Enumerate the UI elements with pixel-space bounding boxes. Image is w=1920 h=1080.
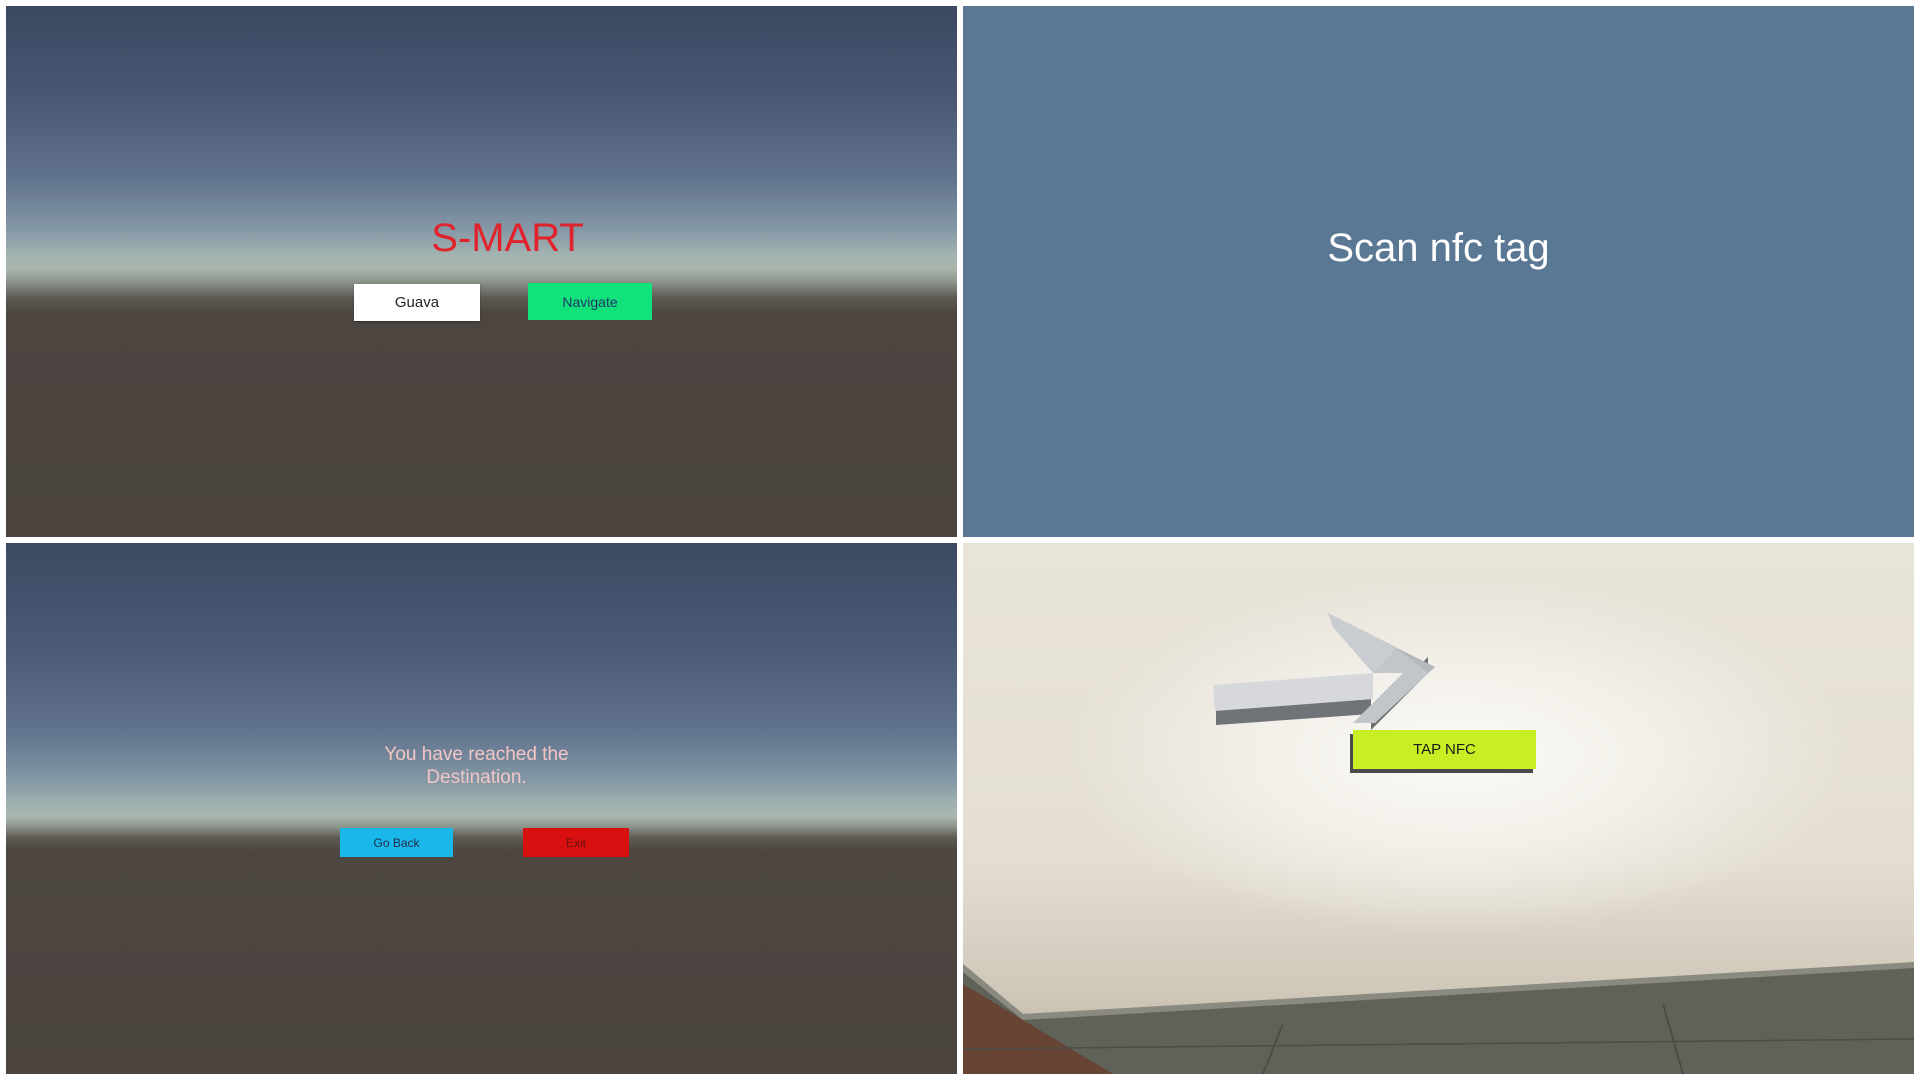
navigate-button[interactable]: Navigate <box>528 283 652 320</box>
app-title: S-MART <box>431 216 584 260</box>
guava-button[interactable]: Guava <box>354 284 480 321</box>
screenshot-grid: S-MART Guava Navigate Scan nfc tag You h… <box>0 0 1920 1080</box>
go-back-button[interactable]: Go Back <box>340 828 453 857</box>
destination-message-line1: You have reached the <box>384 744 569 765</box>
scan-prompt: Scan nfc tag <box>1327 226 1550 270</box>
menu-screen: S-MART Guava Navigate <box>6 6 957 537</box>
destination-message-line2: Destination. <box>426 767 527 788</box>
tap-nfc-button[interactable]: TAP NFC <box>1353 730 1536 769</box>
exit-button[interactable]: Exit <box>523 828 629 857</box>
ar-camera-screen: TAP NFC <box>963 543 1914 1074</box>
floor-tiles <box>963 962 1914 1074</box>
scan-screen: Scan nfc tag <box>963 6 1914 537</box>
destination-message: You have reached the Destination. <box>6 743 957 789</box>
destination-screen: You have reached the Destination. Go Bac… <box>6 543 957 1074</box>
